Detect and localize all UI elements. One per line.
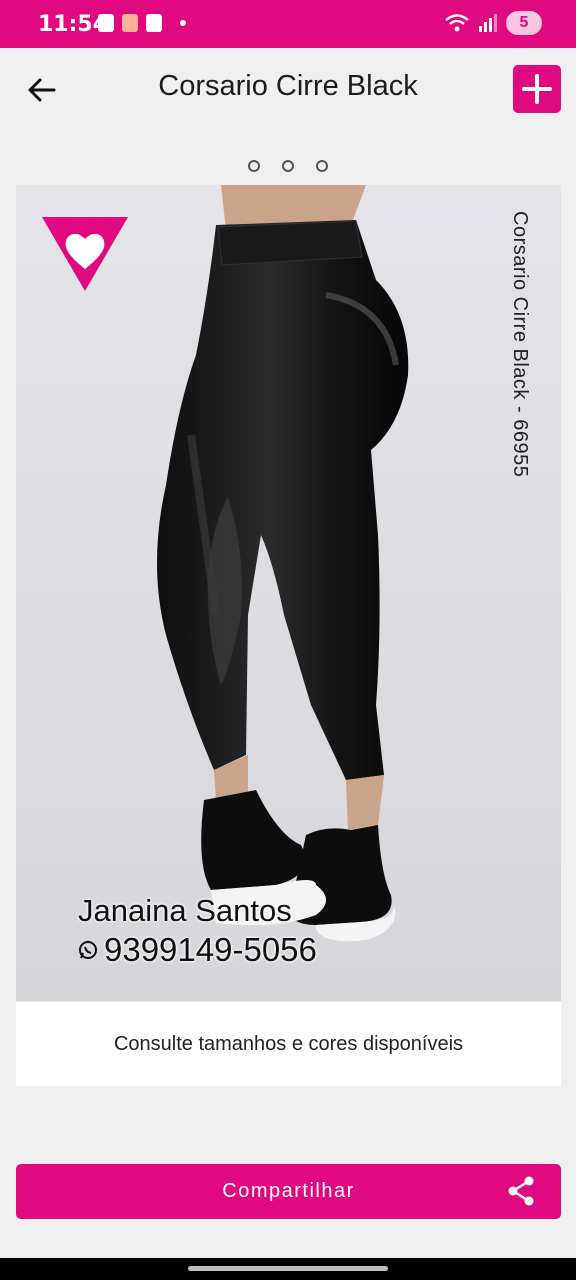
notification-icons — [98, 14, 186, 32]
share-icon — [508, 1176, 534, 1206]
page-title: Corsario Cirre Black — [158, 70, 418, 102]
product-code-caption: Corsario Cirre Black - 66955 — [509, 211, 531, 478]
brand-logo — [42, 217, 128, 291]
battery-indicator: 5 — [506, 11, 542, 35]
share-label: Compartilhar — [222, 1180, 355, 1202]
availability-note: Consulte tamanhos e cores disponíveis — [113, 1032, 464, 1055]
home-gesture-handle[interactable] — [188, 1266, 388, 1271]
seller-name: Janaina Santos — [78, 893, 292, 928]
arrow-left-icon — [28, 78, 56, 102]
carousel-dot[interactable] — [316, 160, 328, 172]
product-photo — [157, 185, 409, 942]
app-icon — [122, 14, 138, 32]
plus-icon — [522, 74, 552, 104]
app-header: Corsario Cirre Black — [0, 48, 576, 134]
product-image[interactable]: Corsario Cirre Black - 66955 Janaina San… — [16, 185, 561, 1001]
back-button[interactable] — [24, 72, 60, 108]
wifi-icon — [445, 14, 469, 32]
carousel-dot[interactable] — [282, 160, 294, 172]
carousel-indicator — [0, 160, 576, 172]
add-button[interactable] — [513, 65, 561, 113]
alert-icon — [98, 14, 114, 32]
seller-contact: 9399149-5056 — [78, 931, 317, 969]
share-button[interactable]: Compartilhar — [16, 1164, 561, 1219]
system-icons: 5 — [444, 11, 542, 35]
more-notifications-dot — [180, 20, 186, 26]
system-nav-bar — [0, 1258, 576, 1280]
status-bar: 11:54 5 — [0, 0, 576, 48]
carousel-dot[interactable] — [248, 160, 260, 172]
signal-icon — [479, 14, 497, 32]
face-icon — [146, 14, 162, 32]
seller-phone: 9399149-5056 — [104, 931, 317, 968]
whatsapp-icon — [79, 941, 97, 959]
info-card: Consulte tamanhos e cores disponíveis — [16, 1002, 561, 1086]
